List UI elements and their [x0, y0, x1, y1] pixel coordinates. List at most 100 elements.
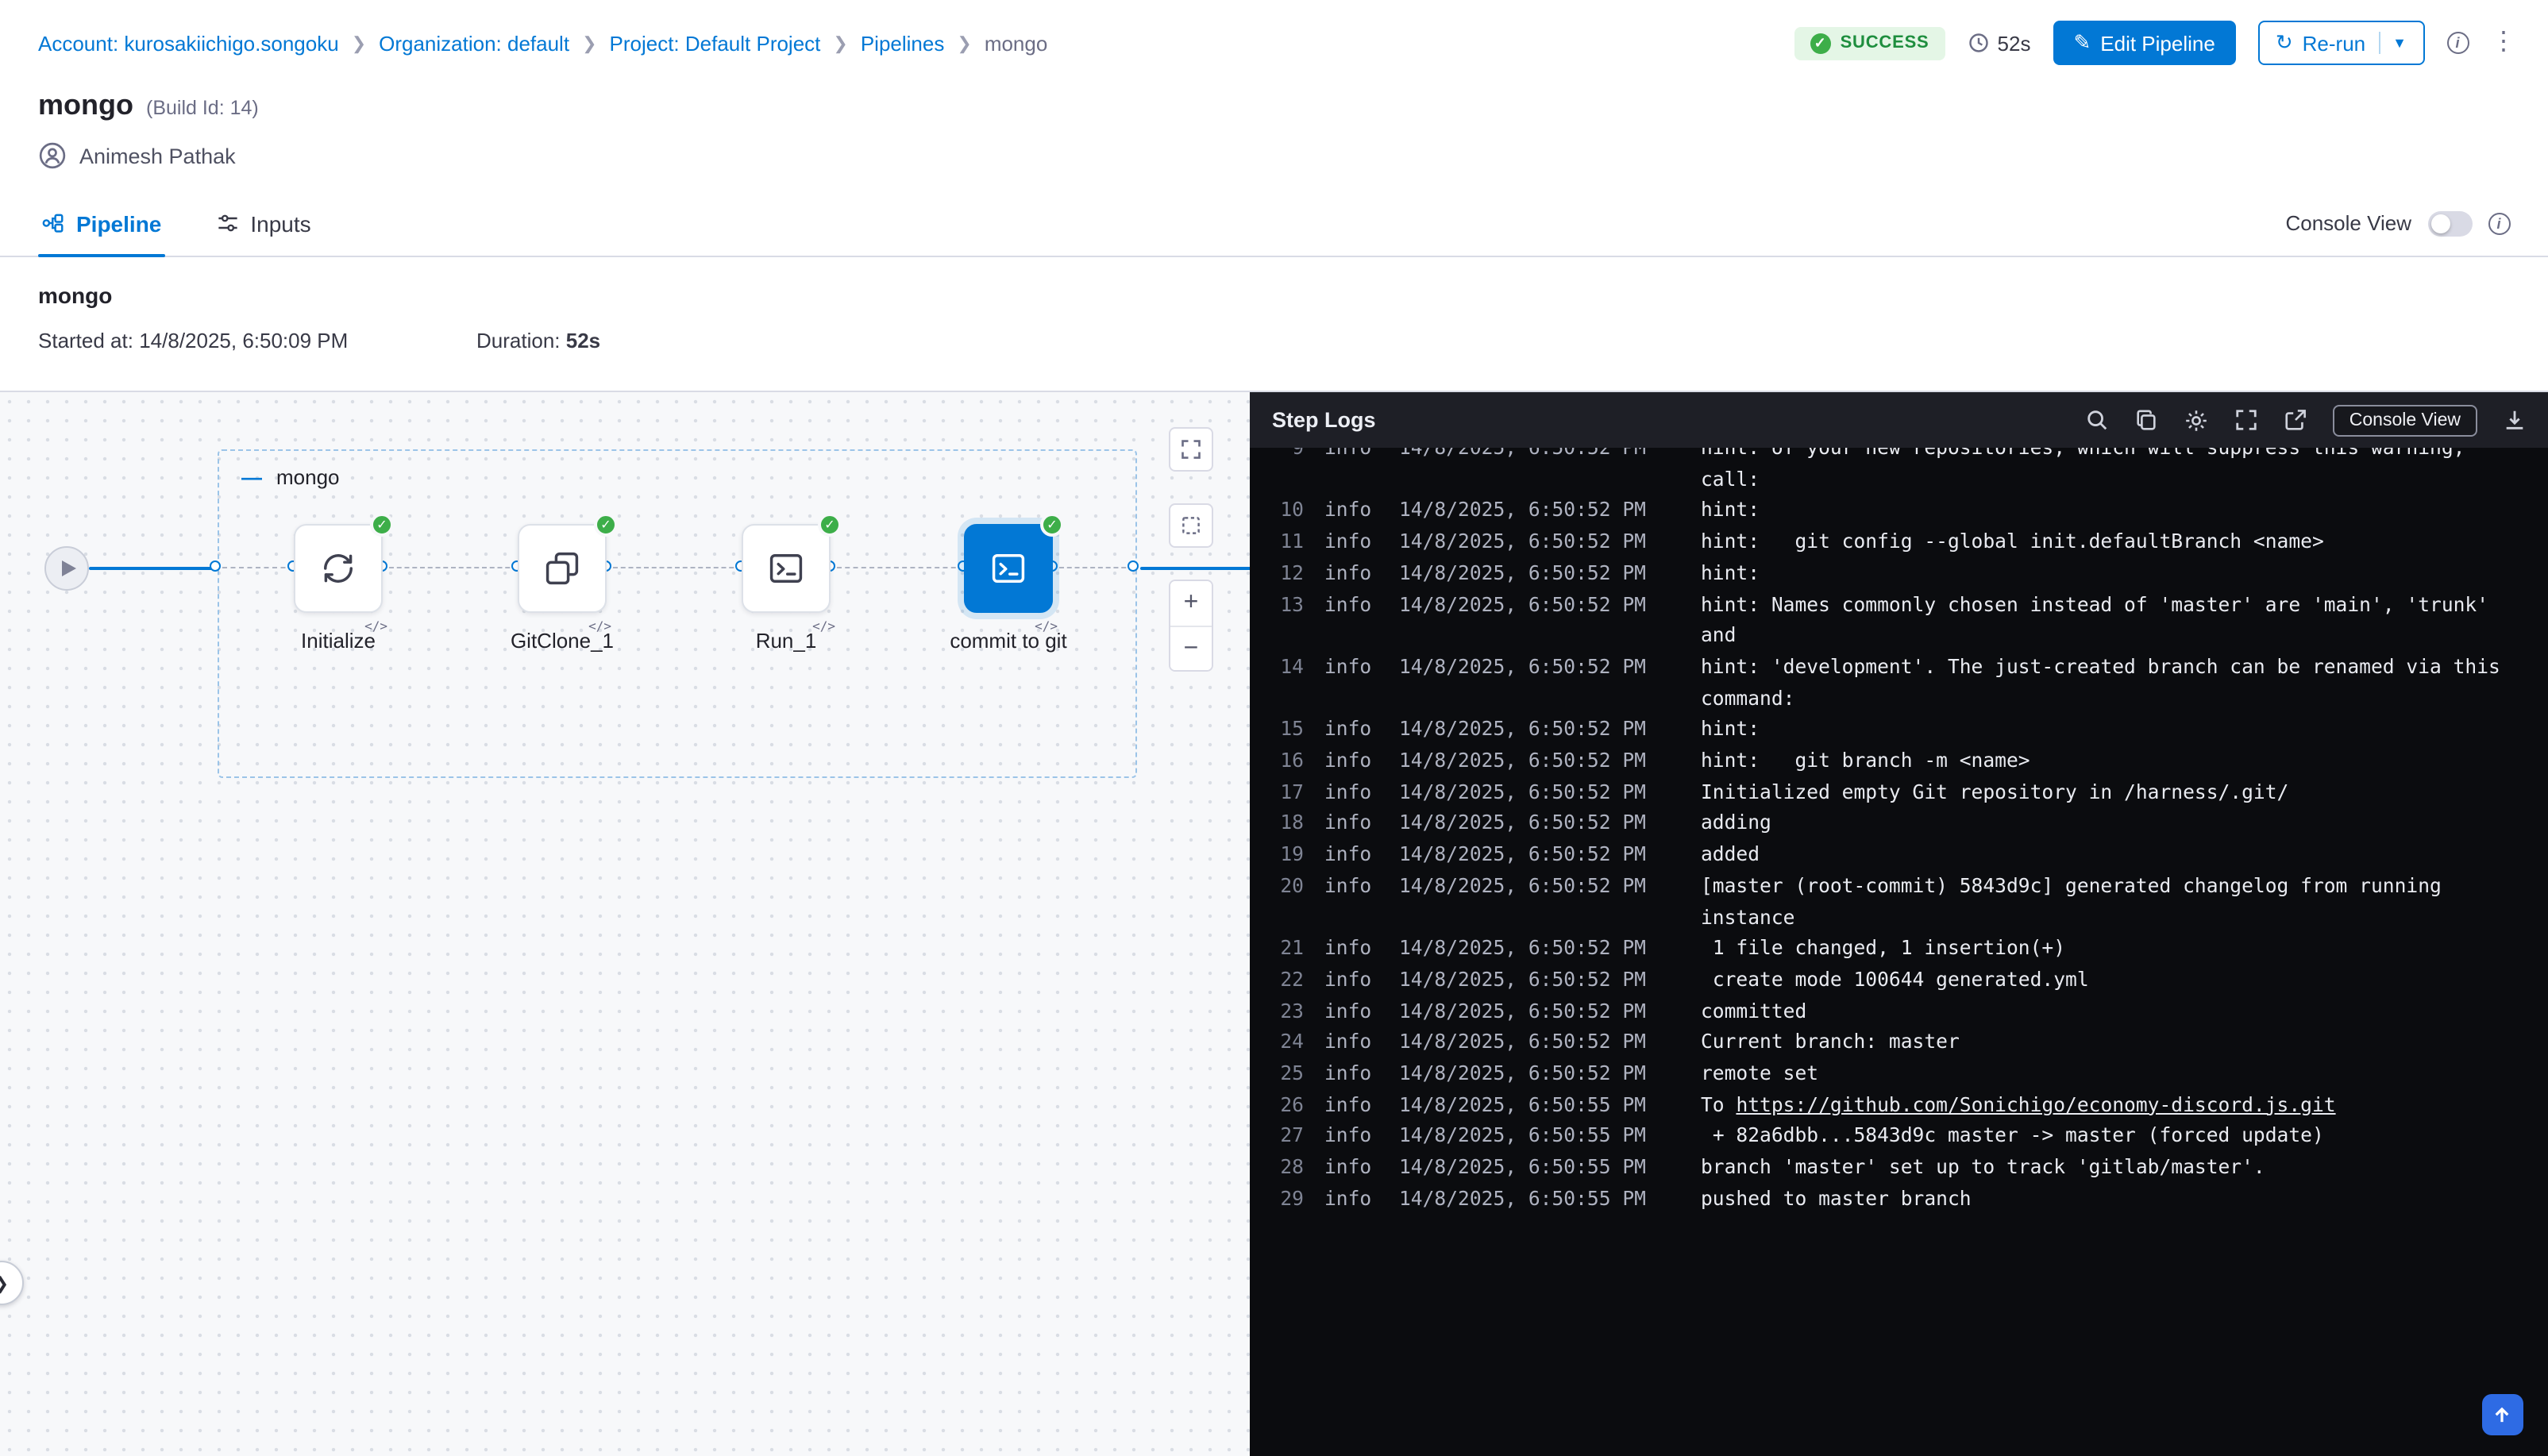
- log-row: 27info14/8/2025, 6:50:55 PM + 82a6dbb...…: [1250, 1122, 2548, 1153]
- build-id: (Build Id: 14): [146, 97, 259, 119]
- log-msg: hint:: [1701, 715, 2548, 746]
- breadcrumb-link[interactable]: Project: Default Project: [610, 31, 821, 55]
- log-ln: 25: [1250, 1059, 1304, 1090]
- console-view-toggle[interactable]: [2427, 210, 2472, 236]
- stage-name: mongo: [276, 465, 340, 489]
- info-icon[interactable]: i: [2446, 32, 2469, 54]
- console-view-info-icon[interactable]: i: [2488, 212, 2510, 234]
- external-link-icon[interactable]: [2284, 408, 2308, 432]
- breadcrumb: Account: kurosakiichigo.songoku ❯ Organiza…: [38, 31, 1047, 55]
- console-view-button[interactable]: Console View: [2334, 404, 2477, 436]
- breadcrumb-separator-icon: ❯: [352, 33, 366, 53]
- log-msg: pushed to master branch: [1701, 1184, 2548, 1215]
- log-lvl: info: [1324, 746, 1378, 777]
- log-row: 26info14/8/2025, 6:50:55 PMTo https://gi…: [1250, 1091, 2548, 1122]
- breadcrumb-separator-icon: ❯: [833, 33, 847, 53]
- breadcrumb-separator-icon: ❯: [957, 33, 971, 53]
- pipeline-canvas[interactable]: — mongo ✓</>Initialize ✓</>GitClone_1 ✓</>…: [0, 392, 1250, 1456]
- pipeline-step: ✓</>Initialize: [294, 524, 383, 613]
- log-body[interactable]: 9info14/8/2025, 6:50:52 PMhint: of your …: [1250, 448, 2548, 1456]
- log-row: 14info14/8/2025, 6:50:52 PMhint: 'develo…: [1250, 653, 2548, 684]
- log-msg: hint: git branch -m <name>: [1701, 746, 2548, 777]
- log-lvl: info: [1324, 527, 1378, 558]
- success-check-icon: ✓: [1810, 33, 1831, 53]
- connector-line: [89, 567, 218, 570]
- rerun-button[interactable]: ↻ Re-run ▼: [2258, 21, 2424, 65]
- breadcrumb-separator-icon: ❯: [582, 33, 596, 53]
- step-card[interactable]: [294, 524, 383, 613]
- log-msg: adding: [1701, 809, 2548, 840]
- log-time: 14/8/2025, 6:50:52 PM: [1399, 715, 1679, 746]
- log-lvl: info: [1324, 840, 1378, 871]
- canvas-fullscreen-button[interactable]: [1169, 427, 1213, 472]
- copy-icon[interactable]: [2135, 408, 2159, 432]
- log-ln: 27: [1250, 1122, 1304, 1153]
- log-ln: 17: [1250, 777, 1304, 808]
- log-msg: hint: 'development'. The just-created br…: [1701, 653, 2548, 684]
- connector-dot[interactable]: [209, 560, 220, 572]
- log-lvl: info: [1324, 1184, 1378, 1215]
- step-logs-header: Step Logs Console View: [1250, 392, 2548, 448]
- breadcrumb-current: mongo: [985, 31, 1048, 55]
- log-lvl: info: [1324, 809, 1378, 840]
- zoom-out-button[interactable]: −: [1170, 626, 1212, 670]
- avatar-icon: [38, 141, 67, 170]
- pipeline-name: mongo: [38, 283, 2510, 308]
- log-msg: 1 file changed, 1 insertion(+): [1701, 934, 2548, 965]
- log-lvl: info: [1324, 715, 1378, 746]
- step-card[interactable]: [964, 524, 1053, 613]
- log-lvl: info: [1324, 1091, 1378, 1122]
- pipeline-step: ✓</>commit to git: [964, 524, 1053, 613]
- log-time: 14/8/2025, 6:50:52 PM: [1399, 559, 1679, 590]
- step-success-icon: ✓: [594, 513, 618, 537]
- breadcrumb-link[interactable]: Pipelines: [861, 31, 945, 55]
- log-ln: 21: [1250, 934, 1304, 965]
- panel-edge-handle[interactable]: ❯: [0, 1261, 24, 1305]
- tab-pipeline[interactable]: Pipeline: [38, 191, 164, 256]
- kebab-menu-icon[interactable]: ⋮: [2491, 30, 2516, 56]
- log-lvl: info: [1324, 872, 1378, 903]
- stage-label: — mongo: [241, 465, 340, 489]
- log-row: call:: [1250, 464, 2548, 495]
- canvas-select-button[interactable]: [1169, 503, 1213, 548]
- log-lvl: info: [1324, 653, 1378, 684]
- pipeline-start-node[interactable]: [44, 546, 89, 591]
- connector-dot[interactable]: [1127, 560, 1138, 572]
- download-icon[interactable]: [2502, 408, 2526, 432]
- expand-logs-icon[interactable]: [2235, 408, 2259, 432]
- scroll-to-top-button[interactable]: [2481, 1394, 2523, 1435]
- step-card[interactable]: [518, 524, 607, 613]
- zoom-in-button[interactable]: +: [1170, 581, 1212, 626]
- started-value: 14/8/2025, 6:50:09 PM: [139, 329, 348, 352]
- edit-pipeline-label: Edit Pipeline: [2100, 31, 2215, 55]
- log-row: 13info14/8/2025, 6:50:52 PMhint: Names c…: [1250, 590, 2548, 621]
- pipeline-step: ✓</>GitClone_1: [518, 524, 607, 613]
- sync-icon: [318, 548, 359, 589]
- pipeline-execution-page: Account: kurosakiichigo.songoku ❯ Organiza…: [0, 0, 2548, 1456]
- zoom-controls: + −: [1169, 580, 1213, 672]
- search-icon[interactable]: [2086, 408, 2110, 432]
- edit-pipeline-button[interactable]: ✎ Edit Pipeline: [2053, 21, 2235, 65]
- log-time: 14/8/2025, 6:50:52 PM: [1399, 653, 1679, 684]
- log-lvl: info: [1324, 777, 1378, 808]
- breadcrumb-link[interactable]: Account: kurosakiichigo.songoku: [38, 31, 339, 55]
- stage-box: — mongo: [218, 449, 1137, 778]
- connector-line: [837, 567, 964, 568]
- gear-icon[interactable]: [2184, 407, 2210, 433]
- tab-inputs-label: Inputs: [250, 210, 310, 236]
- log-row: 11info14/8/2025, 6:50:52 PMhint: git con…: [1250, 527, 2548, 558]
- log-link[interactable]: https://github.com/Sonichigo/economy-dis…: [1736, 1094, 2335, 1116]
- log-msg: create mode 100644 generated.yml: [1701, 965, 2548, 996]
- summary-meta: Started at: 14/8/2025, 6:50:09 PM Durati…: [38, 329, 2510, 352]
- log-row: 24info14/8/2025, 6:50:52 PMCurrent branc…: [1250, 1028, 2548, 1059]
- tab-inputs[interactable]: Inputs: [212, 191, 314, 256]
- collapse-stage-icon[interactable]: —: [241, 467, 262, 487]
- log-time: 14/8/2025, 6:50:52 PM: [1399, 996, 1679, 1027]
- status-badge: ✓ SUCCESS: [1794, 26, 1945, 60]
- button-divider: [2378, 32, 2380, 54]
- step-card[interactable]: [742, 524, 831, 613]
- log-time: 14/8/2025, 6:50:55 PM: [1399, 1122, 1679, 1153]
- breadcrumb-link[interactable]: Organization: default: [379, 31, 569, 55]
- log-row: 19info14/8/2025, 6:50:52 PMadded: [1250, 840, 2548, 871]
- log-msg: command:: [1701, 684, 2548, 715]
